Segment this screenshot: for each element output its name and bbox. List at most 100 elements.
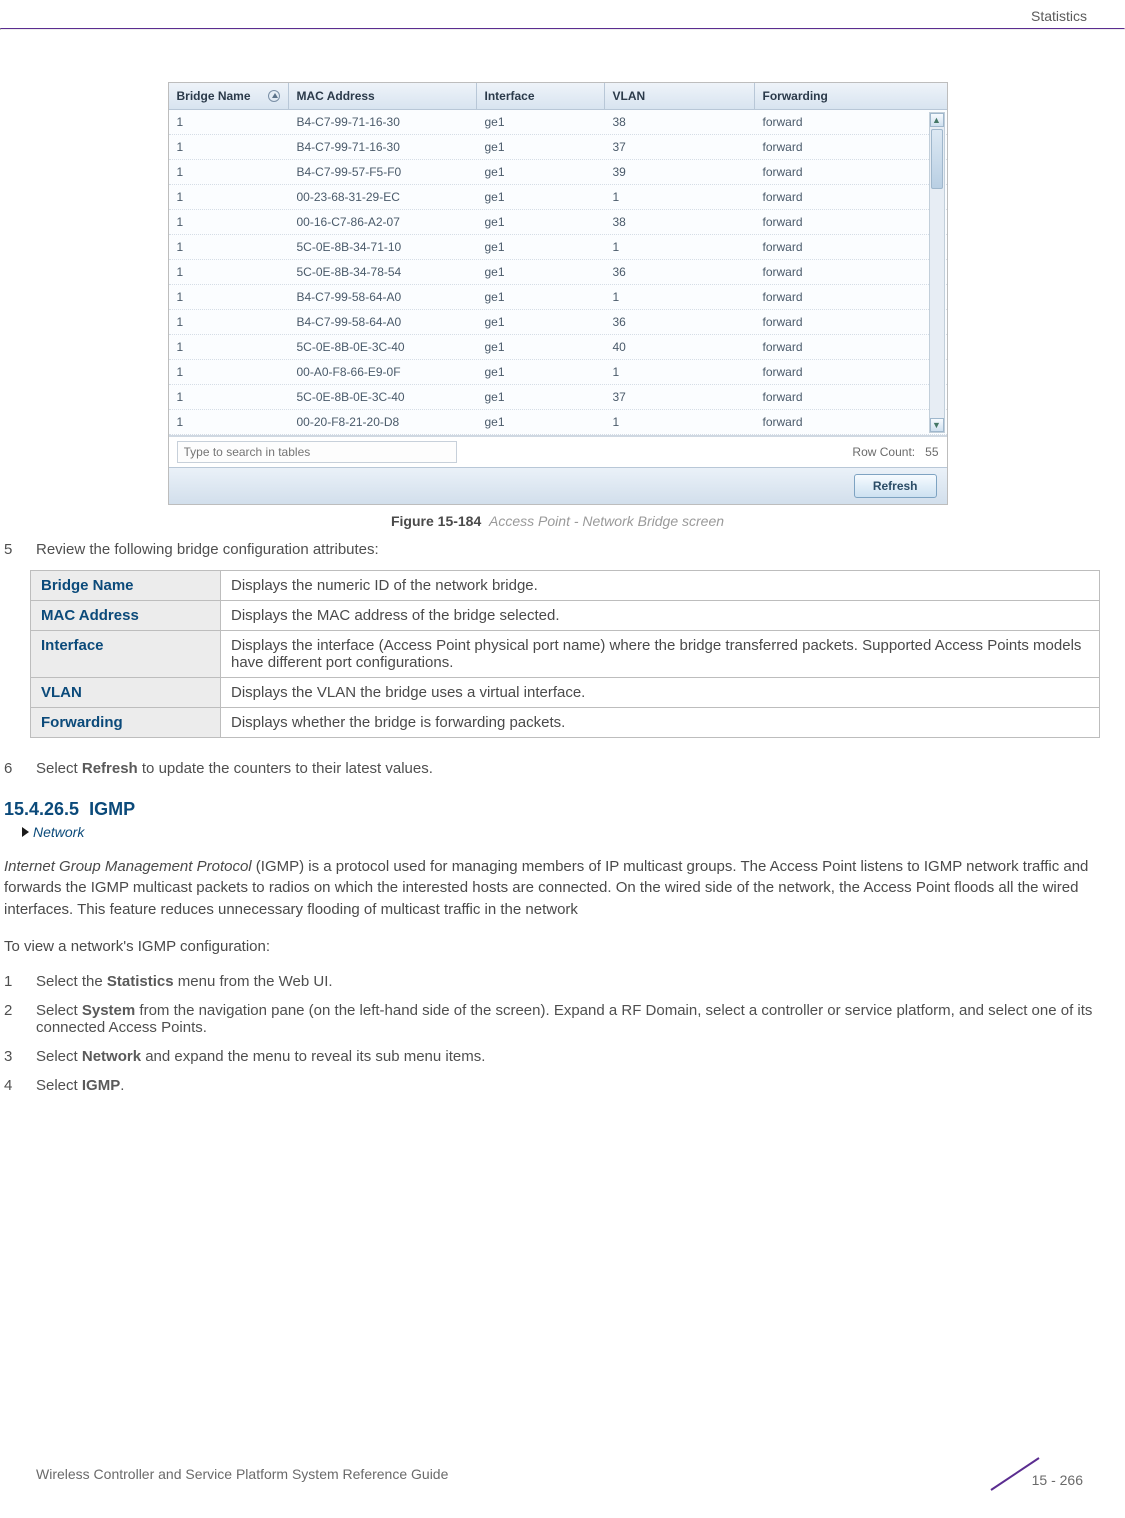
igmp-step-1: 1 Select the Statistics menu from the We… <box>4 973 1101 990</box>
cell-forwarding: forward <box>755 335 947 359</box>
cell-forwarding: forward <box>755 110 947 134</box>
cell-vlan: 37 <box>605 135 755 159</box>
igmp-step-2-pre: Select <box>36 1002 82 1019</box>
cell-mac: B4-C7-99-57-F5-F0 <box>289 160 477 184</box>
cell-mac: 5C-0E-8B-34-78-54 <box>289 260 477 284</box>
table-row[interactable]: 1B4-C7-99-58-64-A0ge136forward <box>169 310 947 335</box>
cell-interface: ge1 <box>477 360 605 384</box>
attr-row: VLANDisplays the VLAN the bridge uses a … <box>31 678 1100 708</box>
row-count-label: Row Count: <box>852 445 915 459</box>
cell-forwarding: forward <box>755 385 947 409</box>
cell-vlan: 1 <box>605 410 755 434</box>
cell-mac: B4-C7-99-71-16-30 <box>289 110 477 134</box>
igmp-step-1-num: 1 <box>4 973 22 990</box>
scroll-up-icon[interactable]: ▲ <box>930 113 944 127</box>
igmp-step-2-bold: System <box>82 1002 135 1019</box>
table-row[interactable]: 1B4-C7-99-71-16-30ge137forward <box>169 135 947 160</box>
col-header-interface[interactable]: Interface <box>477 83 605 109</box>
bridge-table-header: Bridge Name MAC Address Interface VLAN F… <box>169 83 947 110</box>
cell-forwarding: forward <box>755 160 947 184</box>
cell-forwarding: forward <box>755 410 947 434</box>
figure-number: Figure 15-184 <box>391 513 481 529</box>
igmp-step-1-post: menu from the Web UI. <box>174 973 333 990</box>
cell-forwarding: forward <box>755 185 947 209</box>
footer-page-number: 15 - 266 <box>1032 1472 1083 1488</box>
col-header-vlan[interactable]: VLAN <box>605 83 755 109</box>
breadcrumb: Network <box>22 824 1115 840</box>
cell-bridge-name: 1 <box>169 185 289 209</box>
col-header-bridge-name-label: Bridge Name <box>177 89 251 103</box>
cell-vlan: 1 <box>605 235 755 259</box>
cell-bridge-name: 1 <box>169 210 289 234</box>
cell-bridge-name: 1 <box>169 285 289 309</box>
step-5-text: Review the following bridge configuratio… <box>36 541 379 558</box>
cell-interface: ge1 <box>477 235 605 259</box>
igmp-term: Internet Group Management Protocol <box>4 858 252 875</box>
step-6-number: 6 <box>4 760 22 777</box>
col-header-mac[interactable]: MAC Address <box>289 83 477 109</box>
scroll-down-icon[interactable]: ▼ <box>930 418 944 432</box>
sort-ascending-icon[interactable] <box>268 90 280 102</box>
cell-mac: 5C-0E-8B-34-71-10 <box>289 235 477 259</box>
cell-vlan: 38 <box>605 210 755 234</box>
refresh-button[interactable]: Refresh <box>854 474 937 498</box>
attr-value: Displays whether the bridge is forwardin… <box>221 708 1100 738</box>
cell-mac: 00-23-68-31-29-EC <box>289 185 477 209</box>
cell-interface: ge1 <box>477 335 605 359</box>
cell-forwarding: forward <box>755 235 947 259</box>
cell-vlan: 1 <box>605 285 755 309</box>
cell-bridge-name: 1 <box>169 160 289 184</box>
cell-vlan: 36 <box>605 310 755 334</box>
bridge-table-toolbar: Row Count: 55 <box>169 436 947 467</box>
step-6-bold: Refresh <box>82 760 138 777</box>
cell-forwarding: forward <box>755 310 947 334</box>
attr-value: Displays the numeric ID of the network b… <box>221 571 1100 601</box>
cell-bridge-name: 1 <box>169 360 289 384</box>
section-heading: 15.4.26.5 IGMP <box>4 799 1115 820</box>
step-6: 6 Select Refresh to update the counters … <box>4 760 1101 777</box>
scroll-thumb[interactable] <box>931 129 943 189</box>
cell-interface: ge1 <box>477 135 605 159</box>
igmp-step-2-text: Select System from the navigation pane (… <box>36 1002 1101 1036</box>
igmp-step-4-pre: Select <box>36 1077 82 1094</box>
igmp-step-4-post: . <box>120 1077 124 1094</box>
step-6-pre: Select <box>36 760 82 777</box>
table-row[interactable]: 15C-0E-8B-34-71-10ge11forward <box>169 235 947 260</box>
table-scrollbar[interactable]: ▲ ▼ <box>929 112 945 433</box>
table-row[interactable]: 15C-0E-8B-0E-3C-40ge140forward <box>169 335 947 360</box>
cell-interface: ge1 <box>477 160 605 184</box>
table-row[interactable]: 100-A0-F8-66-E9-0Fge11forward <box>169 360 947 385</box>
table-row[interactable]: 100-20-F8-21-20-D8ge11forward <box>169 410 947 435</box>
cell-vlan: 37 <box>605 385 755 409</box>
cell-vlan: 38 <box>605 110 755 134</box>
cell-interface: ge1 <box>477 210 605 234</box>
cell-bridge-name: 1 <box>169 260 289 284</box>
cell-forwarding: forward <box>755 135 947 159</box>
bridge-table-actionbar: Refresh <box>169 467 947 504</box>
col-header-bridge-name[interactable]: Bridge Name <box>169 83 289 109</box>
attr-key: Forwarding <box>31 708 221 738</box>
bridge-table-body: ▲ ▼ 1B4-C7-99-71-16-30ge138forward1B4-C7… <box>169 110 947 436</box>
igmp-step-2-num: 2 <box>4 1002 22 1036</box>
cell-bridge-name: 1 <box>169 385 289 409</box>
table-row[interactable]: 15C-0E-8B-34-78-54ge136forward <box>169 260 947 285</box>
igmp-step-3-pre: Select <box>36 1048 82 1065</box>
cell-bridge-name: 1 <box>169 335 289 359</box>
row-count-value: 55 <box>925 445 938 459</box>
igmp-step-3-bold: Network <box>82 1048 141 1065</box>
table-row[interactable]: 15C-0E-8B-0E-3C-40ge137forward <box>169 385 947 410</box>
col-header-forwarding[interactable]: Forwarding <box>755 83 947 109</box>
attr-key: Interface <box>31 631 221 678</box>
table-row[interactable]: 100-16-C7-86-A2-07ge138forward <box>169 210 947 235</box>
table-row[interactable]: 1B4-C7-99-57-F5-F0ge139forward <box>169 160 947 185</box>
table-search-input[interactable] <box>177 441 457 463</box>
cell-forwarding: forward <box>755 285 947 309</box>
table-row[interactable]: 1B4-C7-99-71-16-30ge138forward <box>169 110 947 135</box>
table-row[interactable]: 1B4-C7-99-58-64-A0ge11forward <box>169 285 947 310</box>
table-row[interactable]: 100-23-68-31-29-ECge11forward <box>169 185 947 210</box>
igmp-step-1-bold: Statistics <box>107 973 174 990</box>
igmp-step-3-text: Select Network and expand the menu to re… <box>36 1048 485 1065</box>
step-6-text: Select Refresh to update the counters to… <box>36 760 433 777</box>
cell-forwarding: forward <box>755 260 947 284</box>
igmp-step-2-post: from the navigation pane (on the left-ha… <box>36 1002 1092 1036</box>
